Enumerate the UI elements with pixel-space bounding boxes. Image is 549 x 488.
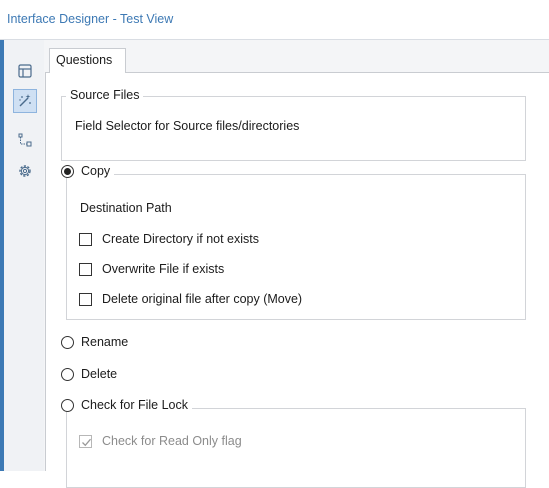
create-directory-label: Create Directory if not exists bbox=[102, 232, 259, 246]
gear-icon[interactable] bbox=[13, 159, 37, 183]
overwrite-file-checkbox[interactable]: Overwrite File if exists bbox=[79, 262, 224, 276]
field-selector-label: Field Selector for Source files/director… bbox=[75, 119, 300, 133]
file-lock-group bbox=[66, 408, 526, 488]
delete-radio-button[interactable] bbox=[61, 367, 74, 381]
destination-path-text: Destination Path bbox=[80, 201, 172, 215]
file-lock-radio-button[interactable] bbox=[61, 398, 74, 412]
tab-questions[interactable]: Questions bbox=[49, 48, 126, 73]
delete-original-check[interactable] bbox=[79, 292, 92, 306]
magic-wand-icon[interactable] bbox=[13, 89, 37, 113]
source-files-title: Source Files bbox=[70, 88, 140, 102]
read-only-checkbox: Check for Read Only flag bbox=[79, 434, 242, 448]
file-lock-radio[interactable]: Check for File Lock bbox=[57, 398, 192, 412]
create-directory-checkbox[interactable]: Create Directory if not exists bbox=[79, 232, 259, 246]
tool-strip bbox=[4, 40, 44, 471]
rename-label: Rename bbox=[81, 335, 129, 349]
read-only-label: Check for Read Only flag bbox=[102, 434, 242, 448]
overwrite-file-label: Overwrite File if exists bbox=[102, 262, 225, 276]
create-directory-check[interactable] bbox=[79, 232, 92, 246]
rename-radio[interactable]: Rename bbox=[61, 335, 128, 349]
copy-radio[interactable]: Copy bbox=[57, 164, 115, 178]
title-bar: Interface Designer - Test View bbox=[0, 0, 549, 40]
read-only-check bbox=[79, 434, 92, 448]
field-selector[interactable]: Field Selector for Source files/director… bbox=[75, 119, 299, 133]
delete-radio[interactable]: Delete bbox=[61, 367, 117, 381]
tree-connector-icon[interactable] bbox=[13, 128, 37, 152]
copy-label: Copy bbox=[81, 164, 111, 178]
tab-questions-label: Questions bbox=[56, 53, 113, 67]
delete-label: Delete bbox=[81, 367, 118, 381]
file-lock-label: Check for File Lock bbox=[81, 398, 188, 412]
window-title: Interface Designer - Test View bbox=[7, 12, 174, 26]
layout-icon[interactable] bbox=[13, 59, 37, 83]
copy-radio-button[interactable] bbox=[61, 164, 74, 178]
source-files-legend: Source Files bbox=[66, 88, 144, 102]
rename-radio-button[interactable] bbox=[61, 335, 74, 349]
destination-path-label: Destination Path bbox=[80, 201, 172, 215]
checkmark-icon bbox=[82, 438, 91, 446]
overwrite-file-check[interactable] bbox=[79, 262, 92, 276]
delete-original-label: Delete original file after copy (Move) bbox=[102, 292, 303, 306]
delete-original-checkbox[interactable]: Delete original file after copy (Move) bbox=[79, 292, 302, 306]
